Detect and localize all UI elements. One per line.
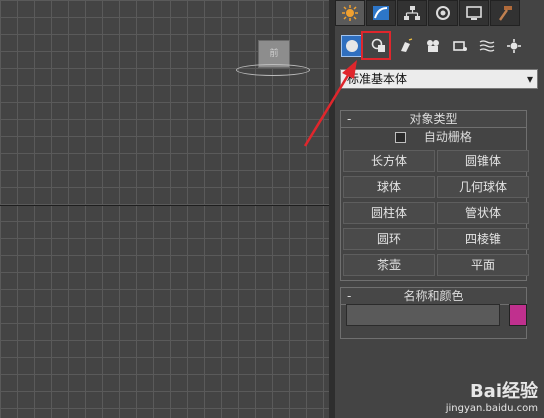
cylinder-button[interactable]: 圆柱体 [343, 202, 435, 224]
teapot-button[interactable]: 茶壶 [343, 254, 435, 276]
plane-button[interactable]: 平面 [437, 254, 529, 276]
lights-icon [401, 38, 413, 52]
create-icon [342, 5, 358, 21]
watermark-brand: Bai经验 [469, 381, 538, 402]
geosphere-button[interactable]: 几何球体 [437, 176, 529, 198]
cameras-icon [427, 40, 439, 52]
space-warps-icon [479, 40, 495, 52]
chevron-down-icon[interactable]: ▾ [527, 70, 533, 88]
systems-icon [507, 39, 521, 53]
sphere-button[interactable]: 球体 [343, 176, 435, 198]
tab-create[interactable] [335, 0, 365, 26]
name-color-header[interactable]: - 名称和颜色 [341, 288, 526, 305]
name-color-rollout: - 名称和颜色 [340, 287, 527, 339]
category-dropdown-value: 标准基本体 [347, 72, 408, 86]
viewcube[interactable]: 前 [236, 40, 310, 76]
autogrid-row: 自动栅格 [341, 128, 526, 146]
object-type-rollout: - 对象类型 自动栅格 长方体 圆锥体 球体 几何球体 圆柱体 管状体 圆环 四… [340, 110, 529, 281]
modify-icon [373, 6, 389, 20]
tab-display[interactable] [459, 0, 489, 26]
primitive-buttons: 长方体 圆锥体 球体 几何球体 圆柱体 管状体 圆环 四棱锥 茶壶 平面 [341, 146, 529, 280]
watermark-url: jingyan.baidu.com [445, 403, 538, 414]
category-dropdown[interactable]: 标准基本体 ▾ [340, 69, 538, 89]
tab-motion[interactable] [428, 0, 458, 26]
helpers-icon [453, 41, 467, 51]
object-type-header[interactable]: - 对象类型 [341, 111, 526, 128]
world-axis-line [0, 205, 329, 206]
utilities-icon [499, 6, 512, 21]
viewcube-ring[interactable] [236, 64, 310, 76]
command-panel: 标准基本体 ▾ - 对象类型 自动栅格 长方体 圆锥体 球体 几何球体 圆柱体 … [335, 0, 544, 418]
object-name-field[interactable] [346, 304, 500, 326]
autogrid-checkbox[interactable] [395, 132, 407, 143]
baidu-watermark: Bai经验 jingyan.baidu.com [446, 377, 538, 414]
collapse-toggle[interactable]: - [347, 111, 351, 127]
torus-button[interactable]: 圆环 [343, 228, 435, 250]
pyramid-button[interactable]: 四棱锥 [437, 228, 529, 250]
display-icon [466, 6, 482, 20]
box-button[interactable]: 长方体 [343, 150, 435, 172]
collapse-toggle[interactable]: - [347, 288, 351, 304]
geometry-button[interactable] [341, 35, 363, 57]
object-type-title: 对象类型 [409, 112, 458, 126]
autogrid-label: 自动栅格 [423, 130, 472, 144]
geometry-icon [346, 40, 358, 52]
lights-button[interactable] [395, 35, 417, 57]
helpers-button[interactable] [449, 35, 471, 57]
tab-utilities[interactable] [490, 0, 520, 26]
shapes-highlight-box [361, 31, 391, 60]
cone-button[interactable]: 圆锥体 [437, 150, 529, 172]
tab-modify[interactable] [366, 0, 396, 26]
space-warps-button[interactable] [476, 35, 498, 57]
name-color-title: 名称和颜色 [403, 289, 464, 303]
command-panel-tabs [335, 0, 521, 26]
object-color-swatch[interactable] [509, 304, 527, 326]
viewport-front[interactable]: 前 [0, 0, 329, 418]
tube-button[interactable]: 管状体 [437, 202, 529, 224]
motion-icon [436, 6, 450, 20]
hierarchy-icon [404, 6, 420, 20]
tab-hierarchy[interactable] [397, 0, 427, 26]
cameras-button[interactable] [422, 35, 444, 57]
systems-button[interactable] [503, 35, 525, 57]
